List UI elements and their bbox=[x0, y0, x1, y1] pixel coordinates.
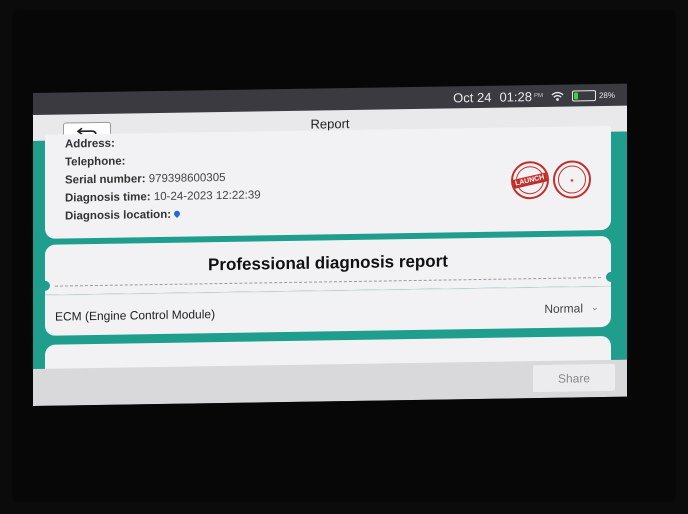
diagnosis-time-label: Diagnosis time: bbox=[65, 191, 151, 205]
serial-value: 979398600305 bbox=[148, 171, 226, 186]
status-time: 01:28 bbox=[499, 88, 532, 105]
diagnosis-location-label: Diagnosis location: bbox=[65, 208, 172, 223]
info-card: Address: Telephone: Serial number: 97939… bbox=[45, 125, 611, 239]
tablet-screen: Oct 24 01:28 PM 28% Report Address: Tele… bbox=[33, 83, 627, 406]
share-button[interactable]: Share bbox=[533, 363, 615, 393]
serial-label: Serial number: bbox=[65, 173, 146, 187]
report-content[interactable]: Address: Telephone: Serial number: 97939… bbox=[33, 125, 627, 375]
card-notch-left bbox=[40, 280, 50, 291]
address-label: Address: bbox=[65, 137, 115, 151]
stamp-emblem: ◉ bbox=[570, 177, 574, 183]
report-heading-card: Professional diagnosis report bbox=[40, 235, 616, 295]
serial-row: Serial number: 979398600305 bbox=[65, 172, 225, 187]
address-row: Address: bbox=[65, 138, 115, 151]
module-name: ECM (Engine Control Module) bbox=[55, 307, 216, 324]
stamp-text: LAUNCH bbox=[512, 172, 548, 189]
card-notch-right bbox=[606, 271, 616, 282]
report-heading: Professional diagnosis report bbox=[208, 251, 448, 275]
dashed-divider bbox=[55, 277, 601, 287]
certification-stamp: ◉ bbox=[553, 160, 591, 199]
telephone-row: Telephone: bbox=[65, 156, 125, 169]
battery-icon bbox=[571, 89, 596, 102]
module-status: Normal bbox=[544, 301, 583, 316]
diagnosis-time-row: Diagnosis time: 10-24-2023 12:22:39 bbox=[65, 189, 261, 204]
status-date: Oct 24 bbox=[453, 89, 492, 105]
launch-stamp: LAUNCH bbox=[511, 160, 549, 200]
photo-background: Oct 24 01:28 PM 28% Report Address: Tele… bbox=[0, 0, 688, 514]
battery-percent: 28% bbox=[598, 90, 615, 100]
wifi-icon bbox=[551, 91, 564, 101]
location-pin-icon bbox=[172, 209, 182, 218]
module-row-ecm[interactable]: ECM (Engine Control Module) Normal ⌄ bbox=[45, 285, 611, 336]
status-meridiem: PM bbox=[533, 92, 543, 100]
diagnosis-time-value: 10-24-2023 12:22:39 bbox=[153, 189, 261, 204]
telephone-label: Telephone: bbox=[65, 155, 126, 169]
status-bar: Oct 24 01:28 PM 28% bbox=[453, 87, 615, 106]
diagnosis-location-row: Diagnosis location: bbox=[65, 208, 182, 223]
chevron-down-icon[interactable]: ⌄ bbox=[591, 302, 599, 313]
